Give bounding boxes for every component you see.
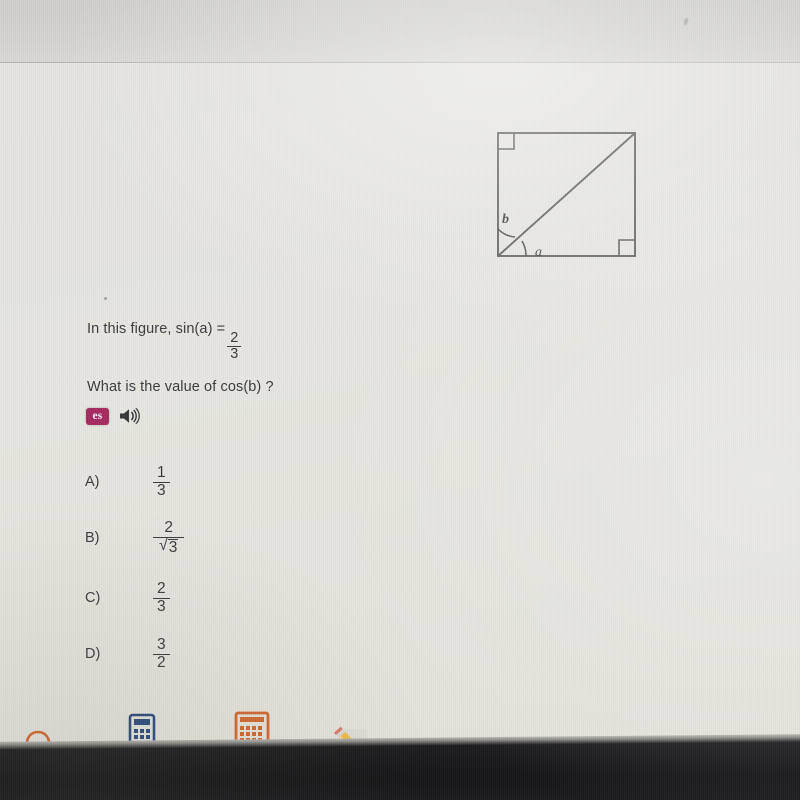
choice-b-numerator: 2 bbox=[164, 519, 174, 537]
answer-choice-d[interactable]: D) 3 2 bbox=[85, 636, 170, 671]
geometry-figure: b a bbox=[490, 125, 645, 265]
choice-a-denominator: 3 bbox=[153, 481, 170, 499]
answer-choice-a[interactable]: A) 1 3 bbox=[85, 464, 170, 499]
choice-d-value: 3 2 bbox=[153, 636, 170, 671]
choice-d-letter: D) bbox=[85, 646, 101, 662]
choice-a-value: 1 3 bbox=[153, 464, 170, 499]
answer-choice-b[interactable]: B) 2 √ 3 bbox=[85, 519, 185, 556]
choice-c-value: 2 3 bbox=[153, 580, 170, 615]
right-angle-marker-top-left bbox=[498, 133, 515, 150]
choice-c-denominator: 3 bbox=[153, 597, 170, 615]
choice-a-numerator: 1 bbox=[157, 464, 166, 482]
choice-b-letter: B) bbox=[85, 530, 100, 546]
choice-d-numerator: 3 bbox=[157, 636, 166, 654]
right-angle-marker-bottom-right bbox=[618, 239, 635, 256]
question-page: b a In this figure, sin(a) = 2 3 What is t… bbox=[0, 63, 800, 792]
choice-b-value: 2 √ 3 bbox=[153, 519, 185, 556]
question-media-controls: es bbox=[86, 407, 140, 425]
angle-arc-a bbox=[521, 240, 527, 257]
radical-expression: √ 3 bbox=[159, 536, 179, 556]
choice-b-fraction: 2 √ 3 bbox=[153, 519, 185, 556]
stem-fraction-numerator: 2 bbox=[230, 329, 239, 346]
speaker-icon[interactable] bbox=[118, 407, 140, 425]
question-prompt: What is the value of cos(b) ? bbox=[87, 379, 274, 395]
choice-d-denominator: 2 bbox=[153, 653, 170, 671]
angle-label-b: b bbox=[502, 212, 509, 227]
choice-b-denominator: √ 3 bbox=[153, 536, 185, 556]
question-stem-text: In this figure, sin(a) = bbox=[87, 321, 226, 337]
top-strip bbox=[0, 0, 800, 62]
choice-c-fraction: 2 3 bbox=[153, 580, 170, 615]
choice-c-numerator: 2 bbox=[157, 580, 166, 598]
choice-a-fraction: 1 3 bbox=[153, 464, 170, 499]
stray-speck bbox=[104, 297, 107, 300]
choice-d-fraction: 3 2 bbox=[153, 636, 170, 671]
angle-label-a: a bbox=[535, 245, 542, 260]
stem-fraction-denominator: 3 bbox=[227, 345, 242, 362]
question-stem: In this figure, sin(a) = 2 3 bbox=[87, 321, 243, 362]
angle-arc-b bbox=[497, 228, 516, 238]
stem-fraction: 23 bbox=[227, 329, 242, 362]
radicand: 3 bbox=[167, 538, 179, 556]
answer-choice-c[interactable]: C) 2 3 bbox=[85, 580, 170, 615]
choice-c-letter: C) bbox=[85, 590, 101, 606]
monitor-bezel bbox=[0, 733, 800, 800]
radical-symbol: √ bbox=[159, 536, 168, 554]
figure-diagonal bbox=[497, 132, 636, 257]
choice-a-letter: A) bbox=[85, 474, 100, 490]
spanish-toggle-badge[interactable]: es bbox=[86, 407, 109, 425]
screen-photo: b a In this figure, sin(a) = 2 3 What is t… bbox=[0, 0, 800, 800]
